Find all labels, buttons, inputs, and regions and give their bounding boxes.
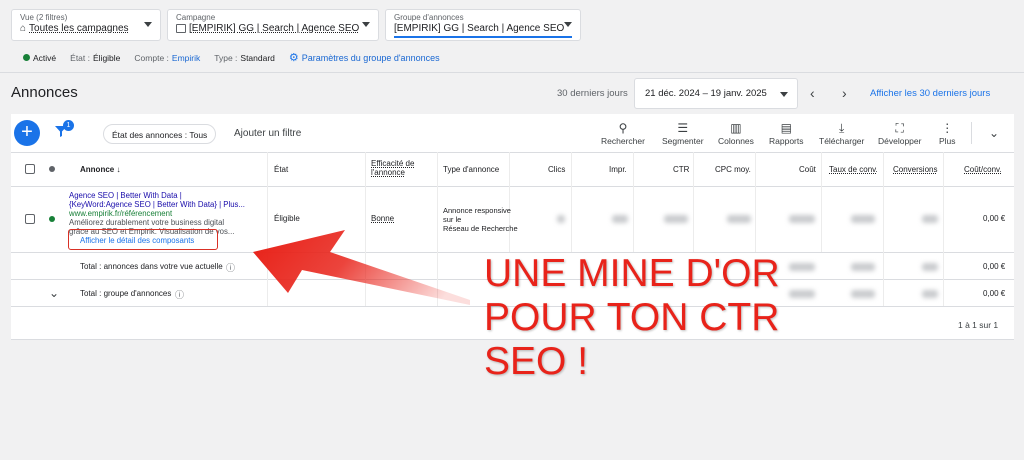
overlay-line1: UNE MINE D'OR (484, 252, 780, 295)
red-arrow-icon (253, 230, 470, 305)
overlay-line2: POUR TON CTR (484, 296, 780, 339)
overlay-caption: UNE MINE D'OR POUR TON CTR SEO ! (484, 252, 780, 384)
overlay-line3: SEO ! (484, 340, 589, 383)
